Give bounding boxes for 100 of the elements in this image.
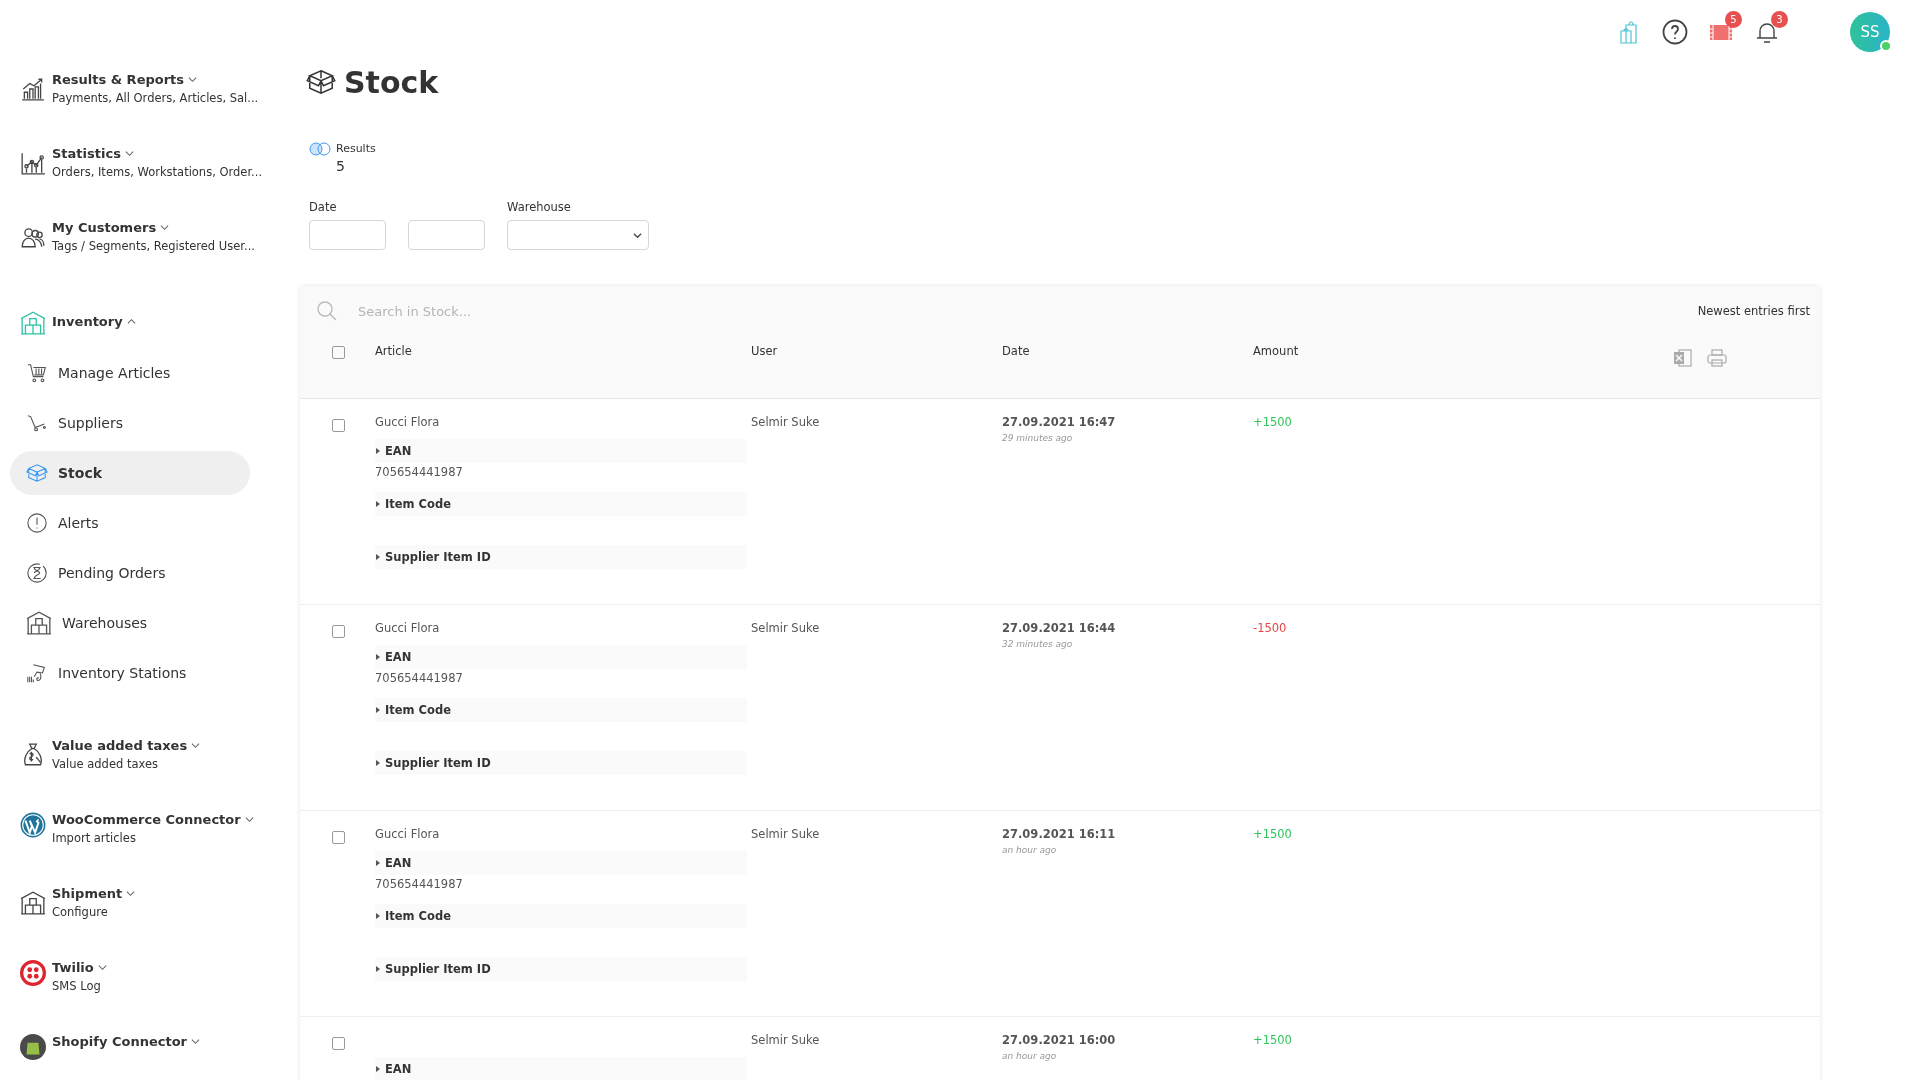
sidebar-item[interactable]: Pending Orders bbox=[10, 551, 250, 595]
entry-date: 27.09.2021 16:00 bbox=[1002, 1033, 1117, 1047]
field-value: 705654441987 bbox=[375, 465, 464, 479]
menu-group-title[interactable]: Shipment bbox=[52, 886, 123, 901]
menu-group-title[interactable]: My Customers bbox=[52, 220, 157, 235]
hand-truck-icon bbox=[26, 412, 48, 434]
entry-date: 27.09.2021 16:11 bbox=[1002, 827, 1117, 841]
relative-time: an hour ago bbox=[1002, 1051, 1058, 1061]
column-header[interactable]: Date bbox=[1002, 342, 1253, 358]
row-checkbox[interactable] bbox=[332, 625, 345, 638]
caret-right-icon[interactable] bbox=[375, 966, 381, 972]
chevron-down-icon[interactable] bbox=[97, 963, 107, 972]
caret-right-icon[interactable] bbox=[375, 1066, 381, 1072]
menu-group-title[interactable]: Value added taxes bbox=[52, 738, 188, 753]
results-label: Results bbox=[336, 142, 376, 155]
date-to-field[interactable] bbox=[408, 220, 485, 250]
box-icon bbox=[306, 67, 336, 97]
caret-right-icon[interactable] bbox=[375, 501, 381, 507]
user-name: Selmir Suke bbox=[751, 1033, 821, 1047]
caret-right-icon[interactable] bbox=[375, 760, 381, 766]
search-field[interactable]: Search in Stock... bbox=[356, 302, 1680, 320]
caret-right-icon[interactable] bbox=[375, 448, 381, 454]
caret-right-icon[interactable] bbox=[375, 913, 381, 919]
expandable-field[interactable]: EAN bbox=[375, 851, 747, 875]
sidebar-item[interactable]: Manage Articles bbox=[10, 351, 250, 395]
sidebar-item[interactable]: Stock bbox=[10, 451, 250, 495]
date-label: Date bbox=[309, 200, 338, 214]
menu-group-title[interactable]: Inventory bbox=[52, 313, 123, 329]
sort-dropdown[interactable]: Newest entries first bbox=[1697, 304, 1810, 318]
hourglass-icon bbox=[26, 562, 48, 584]
expandable-field[interactable]: Item Code bbox=[375, 904, 747, 928]
menu-group-title[interactable]: WooCommerce Connector bbox=[52, 812, 241, 827]
twilio-logo-icon bbox=[20, 960, 46, 986]
line-chart-icon bbox=[20, 150, 46, 176]
shopping-bag-icon bbox=[20, 1034, 46, 1060]
menu-group-title[interactable]: Shopify Connector bbox=[52, 1034, 188, 1049]
chevron-up-icon[interactable] bbox=[126, 316, 136, 326]
menu-group-subtitle: Tags / Segments, Registered User... bbox=[52, 239, 255, 253]
column-header[interactable]: Article bbox=[375, 342, 751, 358]
page-title: Stock bbox=[344, 64, 439, 100]
notification-badge: 3 bbox=[1771, 11, 1788, 28]
expandable-field[interactable]: Item Code bbox=[375, 492, 747, 516]
menu-group-subtitle: Configure bbox=[52, 905, 109, 919]
sidebar-item[interactable]: Alerts bbox=[10, 501, 250, 545]
expandable-field[interactable]: EAN bbox=[375, 439, 747, 463]
chevron-down-icon[interactable] bbox=[191, 1037, 201, 1046]
field-value: 705654441987 bbox=[375, 671, 464, 685]
expandable-field[interactable]: EAN bbox=[375, 645, 747, 669]
chevron-down-icon[interactable] bbox=[188, 75, 198, 84]
entry-date: 27.09.2021 16:44 bbox=[1002, 621, 1117, 635]
caret-right-icon[interactable] bbox=[375, 654, 381, 660]
sidebar-item[interactable]: Warehouses bbox=[10, 601, 250, 645]
article-name: Gucci Flora bbox=[375, 827, 441, 841]
chevron-down-icon[interactable] bbox=[633, 230, 642, 240]
expandable-field[interactable]: EAN bbox=[375, 1057, 747, 1080]
expandable-field[interactable]: Supplier Item ID bbox=[375, 751, 747, 775]
menu-group-subtitle: Value added taxes bbox=[52, 757, 159, 771]
caret-right-icon[interactable] bbox=[375, 860, 381, 866]
field-value: 705654441987 bbox=[375, 877, 464, 891]
column-header[interactable]: User bbox=[751, 342, 1002, 358]
wordpress-logo-icon bbox=[20, 812, 46, 838]
bar-chart-icon bbox=[20, 76, 46, 102]
caret-right-icon[interactable] bbox=[375, 707, 381, 713]
search-icon bbox=[316, 300, 338, 322]
sidebar-item[interactable]: Inventory Stations bbox=[10, 651, 250, 695]
menu-group-title[interactable]: Results & Reports bbox=[52, 72, 185, 87]
menu-group-subtitle: Import articles bbox=[52, 831, 137, 845]
article-name: Gucci Flora bbox=[375, 415, 441, 429]
menu-group-title[interactable]: Statistics bbox=[52, 146, 121, 161]
row-checkbox[interactable] bbox=[332, 831, 345, 844]
sidebar-item[interactable]: Suppliers bbox=[10, 401, 250, 445]
row-checkbox[interactable] bbox=[332, 1037, 345, 1050]
menu-group-subtitle: Payments, All Orders, Articles, Sal... bbox=[52, 91, 259, 105]
chevron-down-icon[interactable] bbox=[191, 741, 201, 750]
chevron-down-icon[interactable] bbox=[160, 223, 170, 232]
help-icon[interactable] bbox=[1662, 19, 1688, 45]
chevron-down-icon[interactable] bbox=[126, 889, 136, 898]
menu-group-subtitle: Orders, Items, Workstations, Order... bbox=[52, 165, 263, 179]
expandable-field[interactable]: Item Code bbox=[375, 698, 747, 722]
box-icon bbox=[26, 462, 48, 484]
film-icon[interactable] bbox=[1709, 22, 1733, 42]
row-checkbox[interactable] bbox=[332, 419, 345, 432]
chevron-down-icon[interactable] bbox=[244, 815, 254, 824]
amount: +1500 bbox=[1253, 415, 1292, 429]
cart-icon bbox=[26, 362, 48, 384]
select-all-checkbox[interactable] bbox=[332, 346, 345, 359]
barcode-scanner-icon bbox=[26, 662, 48, 684]
user-name: Selmir Suke bbox=[751, 621, 821, 635]
excel-icon[interactable] bbox=[1673, 348, 1693, 368]
expandable-field[interactable]: Supplier Item ID bbox=[375, 545, 747, 569]
date-from-field[interactable] bbox=[309, 220, 386, 250]
chevron-down-icon[interactable] bbox=[124, 149, 134, 158]
results-count: 5 bbox=[336, 158, 346, 174]
column-header[interactable]: Amount bbox=[1253, 342, 1673, 358]
caret-right-icon[interactable] bbox=[375, 554, 381, 560]
notification-badge: 5 bbox=[1725, 11, 1742, 28]
article-name: Gucci Flora bbox=[375, 621, 441, 635]
expandable-field[interactable]: Supplier Item ID bbox=[375, 957, 747, 981]
menu-group-subtitle: SMS Log bbox=[52, 979, 102, 993]
menu-group-title[interactable]: Twilio bbox=[52, 960, 94, 975]
